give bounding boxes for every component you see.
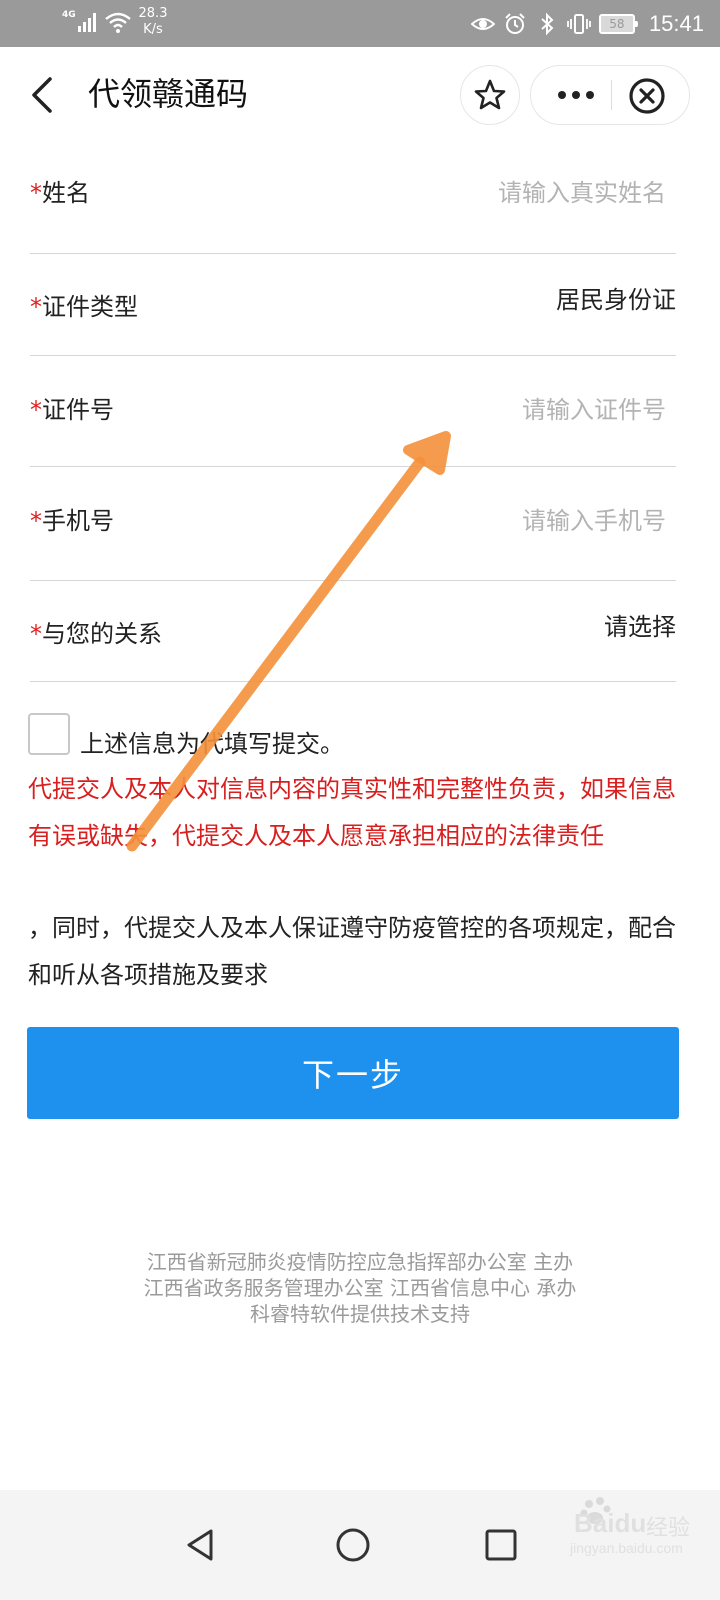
nav-back-button[interactable] [166, 1510, 236, 1580]
footer-credits: 江西省新冠肺炎疫情防控应急指挥部办公室 主办 江西省政务服务管理办公室 江西省信… [0, 1249, 720, 1327]
status-bar: 4G 28.3 K/s 58 15:41 [0, 0, 720, 47]
proxy-confirm-checkbox[interactable] [28, 713, 70, 755]
star-icon [474, 79, 506, 110]
watermark-suffix: 经验 [646, 1516, 691, 1541]
checkbox-label: 上述信息为代填写提交。 [80, 730, 344, 758]
signal-icon [78, 12, 100, 32]
id-number-label: *证件号 [30, 396, 114, 424]
more-dots-icon [558, 91, 594, 99]
favorite-button[interactable] [460, 65, 520, 125]
phone-label: *手机号 [30, 507, 114, 535]
watermark-url: jingyan.baidu.com [570, 1540, 683, 1556]
alarm-icon [505, 12, 525, 34]
circle-home-icon [336, 1528, 370, 1562]
form-row-phone: *手机号 [30, 467, 676, 581]
square-recents-icon [485, 1529, 517, 1561]
network-type: 4G [62, 10, 76, 20]
footer-line-organizer: 江西省新冠肺炎疫情防控应急指挥部办公室 主办 [146, 1250, 574, 1274]
more-button[interactable] [545, 66, 607, 124]
nav-home-button[interactable] [318, 1510, 388, 1580]
footer-line-tech-support: 科睿特软件提供技术支持 [250, 1302, 470, 1326]
compliance-notice-text: ，同时，代提交人及本人保证遵守防疫管控的各项规定，配合和听从各项措施及要求 [28, 914, 676, 989]
title-bar: 代领赣通码 [0, 47, 720, 143]
close-circle-icon[interactable] [627, 76, 667, 116]
triangle-back-icon [187, 1529, 213, 1561]
id-type-label: *证件类型 [30, 293, 138, 321]
back-arrow-icon[interactable] [26, 73, 66, 117]
form-row-id-type[interactable]: *证件类型 居民身份证 [30, 254, 676, 356]
name-input[interactable] [366, 179, 666, 207]
bluetooth-icon [541, 12, 554, 35]
clock-time: 15:41 [648, 10, 704, 36]
wifi-icon [105, 12, 131, 33]
footer-line-contractor: 江西省政务服务管理办公室 江西省信息中心 承办 [143, 1276, 577, 1300]
nav-recents-button[interactable] [466, 1510, 536, 1580]
mini-program-capsule [530, 65, 690, 125]
page-title: 代领赣通码 [88, 75, 249, 113]
vibrate-icon [567, 13, 591, 34]
legal-warning-text: 代提交人及本人对信息内容的真实性和完整性负责，如果信息有误或缺失，代提交人及本人… [28, 775, 676, 850]
name-label: *姓名 [30, 179, 90, 207]
network-speed: 28.3 K/s [138, 6, 168, 37]
id-type-value[interactable]: 居民身份证 [556, 280, 676, 315]
phone-input[interactable] [366, 507, 666, 535]
id-number-input[interactable] [366, 396, 666, 424]
capsule-divider [611, 80, 612, 110]
battery-icon: 58 [598, 13, 638, 34]
eye-icon [470, 17, 495, 30]
next-step-button[interactable]: 下一步 [27, 1027, 679, 1119]
baidu-jingyan-watermark: Baidu 经验 jingyan.baidu.com [540, 1496, 720, 1562]
relationship-select[interactable]: 请选择 [604, 607, 676, 642]
form-row-id-number: *证件号 [30, 356, 676, 467]
watermark-brand: Baidu [574, 1508, 647, 1538]
relationship-label: *与您的关系 [30, 620, 162, 648]
form-row-name: *姓名 [30, 143, 676, 254]
form-row-relationship[interactable]: *与您的关系 请选择 [30, 581, 676, 682]
